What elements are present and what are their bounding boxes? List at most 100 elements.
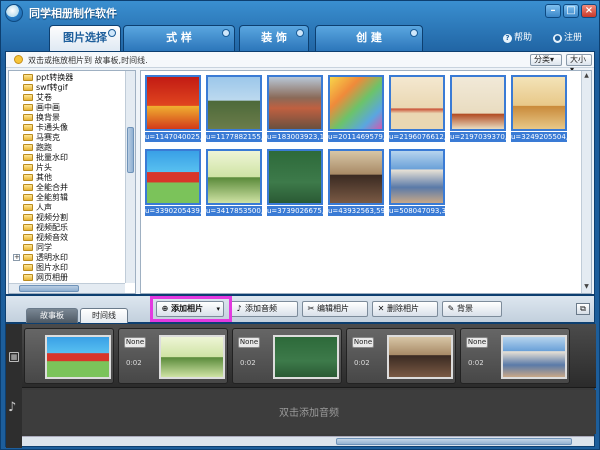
photo-item[interactable]: u=3249205504,... <box>511 75 567 143</box>
photo-item[interactable]: u=183003923,1... <box>267 75 323 143</box>
tree-item[interactable]: 视频分割 <box>23 213 68 223</box>
tab-decoration[interactable]: 装 饰 <box>239 25 309 51</box>
tree-item[interactable]: 图片水印 <box>23 263 68 273</box>
photo-item[interactable]: u=1177882155,... <box>206 75 262 143</box>
app-window: 同学相册制作软件 – □ × 图片选择 式 样 装 饰 创 建 ? 帮助 ● 注册 … <box>0 0 600 450</box>
photo-thumbnail[interactable] <box>328 75 384 131</box>
tree-item[interactable]: 同学 <box>23 243 52 253</box>
sort-dropdown[interactable]: 分类▾ <box>530 54 562 66</box>
tree-item[interactable]: 画中画 <box>23 103 60 113</box>
transition-none-button[interactable]: None <box>466 337 488 348</box>
tree-item[interactable]: 全能合并 <box>23 183 68 193</box>
photo-thumbnail[interactable] <box>389 149 445 205</box>
tree-item[interactable]: swf转gif <box>23 83 68 93</box>
photo-item[interactable]: u=2196076612,... <box>389 75 445 143</box>
storyboard-slot[interactable] <box>24 328 114 384</box>
photo-thumbnail[interactable] <box>206 149 262 205</box>
background-button[interactable]: ✎ 背景 <box>442 301 502 317</box>
slot-photo[interactable] <box>501 335 567 379</box>
tab-timeline[interactable]: 时间线 <box>80 308 128 324</box>
photo-item[interactable]: u=508047093,3... <box>389 149 445 217</box>
tree-item[interactable]: 批量水印 <box>23 153 68 163</box>
slot-photo[interactable] <box>387 335 453 379</box>
storyboard-scroll-thumb[interactable] <box>336 438 572 445</box>
tree-horizontal-scrollbar[interactable] <box>9 283 125 293</box>
photo-grid[interactable]: u=1147040025,... u=1177882155,... u=183003… <box>140 70 592 294</box>
edit-photo-button[interactable]: ✂ 编辑相片 <box>302 301 368 317</box>
tree-item[interactable]: 视频配乐 <box>23 223 68 233</box>
scissors-icon: ✂ <box>307 304 315 313</box>
storyboard-slot[interactable]: None 0:02 <box>232 328 342 384</box>
tab-create[interactable]: 创 建 <box>315 25 423 51</box>
tree-item[interactable]: 网页相册 <box>23 273 68 283</box>
add-photo-button[interactable]: ⊕ 添加相片 ▾ <box>156 301 224 317</box>
tree-item[interactable]: 人声 <box>23 203 52 213</box>
grid-vertical-scrollbar[interactable]: ▲ ▼ <box>581 71 591 293</box>
track-icons: ▦ ♪ <box>6 324 22 448</box>
delete-photo-button[interactable]: ✕ 删除相片 <box>372 301 438 317</box>
maximize-button[interactable]: □ <box>563 4 579 18</box>
tree-item[interactable]: 换背景 <box>23 113 60 123</box>
photo-thumbnail[interactable] <box>328 149 384 205</box>
photo-thumbnail[interactable] <box>267 75 323 131</box>
transition-none-button[interactable]: None <box>352 337 374 348</box>
tree-expand-icon[interactable]: + <box>13 254 20 261</box>
tree-item[interactable]: 透明水印 <box>23 253 68 263</box>
storyboard-slot[interactable]: None 0:02 <box>118 328 228 384</box>
close-button[interactable]: × <box>581 4 597 18</box>
storyboard-scrollbar[interactable] <box>22 436 594 446</box>
register-link[interactable]: ● 注册 <box>553 30 582 43</box>
tree-item[interactable]: ppt转换器 <box>23 73 73 83</box>
tree-item[interactable]: 马赛克 <box>23 133 60 143</box>
scroll-down-icon[interactable]: ▼ <box>583 283 590 291</box>
slot-photo[interactable] <box>159 335 225 379</box>
tree-item[interactable]: 视频音效 <box>23 233 68 243</box>
photo-item[interactable]: u=2011469579,... <box>328 75 384 143</box>
storyboard-slot[interactable]: None 0:02 <box>460 328 570 384</box>
photo-track[interactable]: None 0:02 None 0:02 None 0:02 None 0:02 <box>22 324 596 388</box>
tree-item[interactable]: 卡通头像 <box>23 123 68 133</box>
folder-icon <box>23 94 33 101</box>
tab-storyboard[interactable]: 故事板 <box>26 308 78 324</box>
tree-item[interactable]: 其他 <box>23 173 52 183</box>
photo-thumbnail[interactable] <box>450 75 506 131</box>
photo-thumbnail[interactable] <box>206 75 262 131</box>
plus-icon: ⊕ <box>161 304 169 313</box>
tree-scroll-thumb[interactable] <box>127 127 134 173</box>
photo-thumbnail[interactable] <box>389 75 445 131</box>
tree-item-label: 其他 <box>36 173 52 182</box>
add-audio-button[interactable]: ♪ 添加音频 <box>230 301 298 317</box>
storyboard-slot[interactable]: None 0:02 <box>346 328 456 384</box>
expand-icon[interactable]: ⧉ <box>576 303 590 315</box>
tree-hscroll-thumb[interactable] <box>19 285 79 292</box>
audio-track[interactable]: 双击添加音频 <box>22 390 596 434</box>
transition-none-button[interactable]: None <box>238 337 260 348</box>
photo-item[interactable]: u=3417853500,... <box>206 149 262 217</box>
photo-thumbnail[interactable] <box>145 149 201 205</box>
size-dropdown[interactable]: 大小▾ <box>566 54 592 74</box>
photo-item[interactable]: u=3739026675,... <box>267 149 323 217</box>
tree-item[interactable]: 艾卷 <box>23 93 52 103</box>
slot-photo[interactable] <box>45 335 111 379</box>
tree-item[interactable]: 跑跑 <box>23 143 52 153</box>
tab-photo-select[interactable]: 图片选择 <box>49 25 121 51</box>
slot-photo[interactable] <box>273 335 339 379</box>
photo-thumbnail[interactable] <box>267 149 323 205</box>
audio-icon: ♪ <box>236 304 242 313</box>
photo-thumbnail[interactable] <box>145 75 201 131</box>
transition-none-button[interactable]: None <box>124 337 146 348</box>
folder-tree[interactable]: ppt转换器 swf转gif 艾卷 画中画 换背景 卡通头像 马赛克 跑跑 批量水印 片头 其他 全能… <box>8 70 136 294</box>
tab-style[interactable]: 式 样 <box>123 25 235 51</box>
tree-item[interactable]: 片头 <box>23 163 52 173</box>
photo-item[interactable]: u=1147040025,... <box>145 75 201 143</box>
minimize-button[interactable]: – <box>545 4 561 18</box>
photo-item[interactable]: u=2197039370,... <box>450 75 506 143</box>
scroll-up-icon[interactable]: ▲ <box>583 72 590 80</box>
tree-item-label: ppt转换器 <box>36 73 74 82</box>
tree-item[interactable]: 全能剪辑 <box>23 193 68 203</box>
help-link[interactable]: ? 帮助 <box>503 30 532 43</box>
photo-item[interactable]: u=43932563,59... <box>328 149 384 217</box>
tree-vertical-scrollbar[interactable] <box>125 71 135 283</box>
photo-thumbnail[interactable] <box>511 75 567 131</box>
photo-item[interactable]: u=3390205439,... <box>145 149 201 217</box>
